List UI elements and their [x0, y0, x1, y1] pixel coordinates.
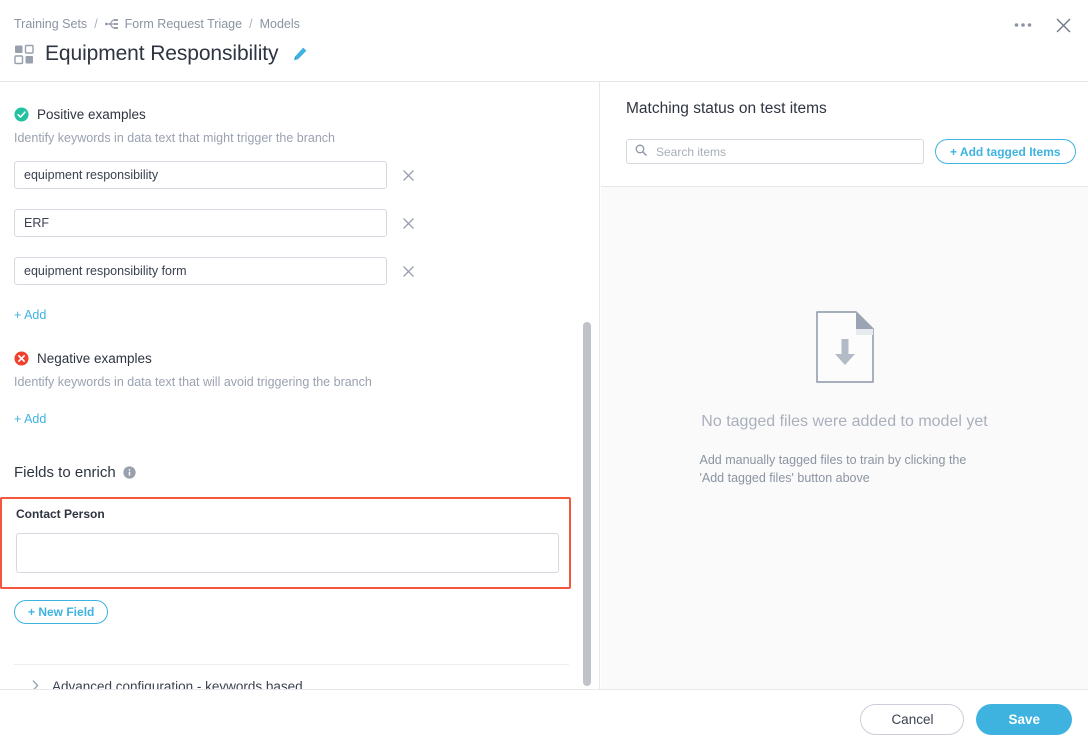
positive-keyword-row-1	[14, 161, 585, 189]
advanced-configuration-section: Advanced configuration - keywords based	[14, 664, 585, 689]
negative-examples-title: Negative examples	[37, 351, 152, 366]
error-circle-icon	[14, 351, 29, 366]
config-scrollbar-thumb[interactable]	[583, 322, 591, 686]
title-row: Equipment Responsibility	[14, 42, 308, 66]
positive-keyword-input-1[interactable]	[14, 161, 387, 189]
positive-keyword-row-3	[14, 257, 585, 285]
dialog-footer: Cancel Save	[0, 689, 1088, 741]
pencil-icon[interactable]	[288, 46, 308, 62]
positive-keyword-input-3[interactable]	[14, 257, 387, 285]
matching-status-body: No tagged files were added to model yet …	[601, 186, 1088, 689]
dialog-header: Training Sets / Form Request Triage / Mo…	[0, 0, 1088, 82]
save-button[interactable]: Save	[976, 704, 1072, 735]
search-input[interactable]	[654, 143, 915, 160]
negative-examples-subtitle: Identify keywords in data text that will…	[14, 375, 372, 389]
add-tagged-items-button[interactable]: + Add tagged Items	[935, 139, 1076, 164]
dialog-body: Positive examples Identify keywords in d…	[0, 82, 1088, 689]
positive-keyword-row-2	[14, 209, 585, 237]
remove-keyword-icon-3[interactable]	[394, 257, 422, 285]
check-circle-icon	[14, 107, 29, 122]
add-negative-example-link[interactable]: + Add	[14, 412, 46, 426]
window-controls	[1010, 12, 1076, 38]
search-icon	[635, 143, 647, 161]
model-grid-icon	[14, 44, 35, 65]
config-scrollbar-track[interactable]	[583, 82, 595, 689]
new-field-button[interactable]: + New Field	[14, 600, 109, 624]
breadcrumb-item-models[interactable]: Models	[260, 17, 300, 31]
positive-keyword-input-2[interactable]	[14, 209, 387, 237]
model-config-scroll-content: Positive examples Identify keywords in d…	[0, 82, 585, 689]
breadcrumb-separator: /	[94, 17, 98, 31]
positive-examples-subtitle: Identify keywords in data text that migh…	[14, 131, 336, 145]
breadcrumb-separator-2: /	[249, 17, 253, 31]
positive-examples-title: Positive examples	[37, 107, 146, 122]
negative-examples-header: Negative examples	[14, 351, 585, 366]
fields-to-enrich-label: Fields to enrich	[14, 464, 116, 481]
remove-keyword-icon-2[interactable]	[394, 209, 422, 237]
cancel-button[interactable]: Cancel	[860, 704, 965, 735]
more-options-icon[interactable]	[1010, 12, 1036, 38]
advanced-configuration-row[interactable]: Advanced configuration - keywords based	[14, 665, 585, 689]
fields-to-enrich-section: Fields to enrich Contact Person + New Fi…	[0, 428, 585, 624]
breadcrumb-item-form-request-triage[interactable]: Form Request Triage	[125, 17, 242, 31]
breadcrumb-item-training-sets[interactable]: Training Sets	[14, 17, 87, 31]
flow-branch-icon	[104, 18, 119, 30]
model-config-panel: Positive examples Identify keywords in d…	[0, 82, 600, 689]
fields-to-enrich-title: Fields to enrich	[14, 464, 585, 481]
info-icon[interactable]	[123, 466, 136, 479]
breadcrumb: Training Sets / Form Request Triage / Mo…	[14, 17, 300, 31]
file-download-icon	[815, 311, 874, 383]
matching-status-header: Matching status on test items + Add tagg…	[601, 82, 1088, 186]
advanced-configuration-label: Advanced configuration - keywords based	[52, 678, 303, 690]
footer-actions: Cancel Save	[860, 704, 1072, 735]
page-title: Equipment Responsibility	[45, 42, 279, 65]
search-items-wrapper	[626, 139, 924, 164]
contact-person-field-highlight: Contact Person	[0, 497, 571, 589]
add-positive-example-link[interactable]: + Add	[14, 308, 46, 322]
model-editor-dialog: Training Sets / Form Request Triage / Mo…	[0, 0, 1088, 741]
empty-state: No tagged files were added to model yet …	[601, 187, 1088, 487]
negative-examples-section: Negative examples Identify keywords in d…	[0, 324, 585, 428]
empty-state-title: No tagged files were added to model yet	[701, 413, 988, 430]
remove-keyword-icon-1[interactable]	[394, 161, 422, 189]
contact-person-label: Contact Person	[16, 507, 105, 521]
positive-examples-section: Positive examples Identify keywords in d…	[0, 82, 585, 324]
matching-status-title: Matching status on test items	[626, 100, 827, 117]
close-icon[interactable]	[1050, 12, 1076, 38]
chevron-right-icon	[32, 679, 39, 689]
contact-person-input[interactable]	[16, 533, 559, 573]
positive-examples-header: Positive examples	[14, 107, 585, 122]
empty-state-subtitle: Add manually tagged files to train by cl…	[699, 453, 967, 486]
matching-status-panel: Matching status on test items + Add tagg…	[601, 82, 1088, 689]
